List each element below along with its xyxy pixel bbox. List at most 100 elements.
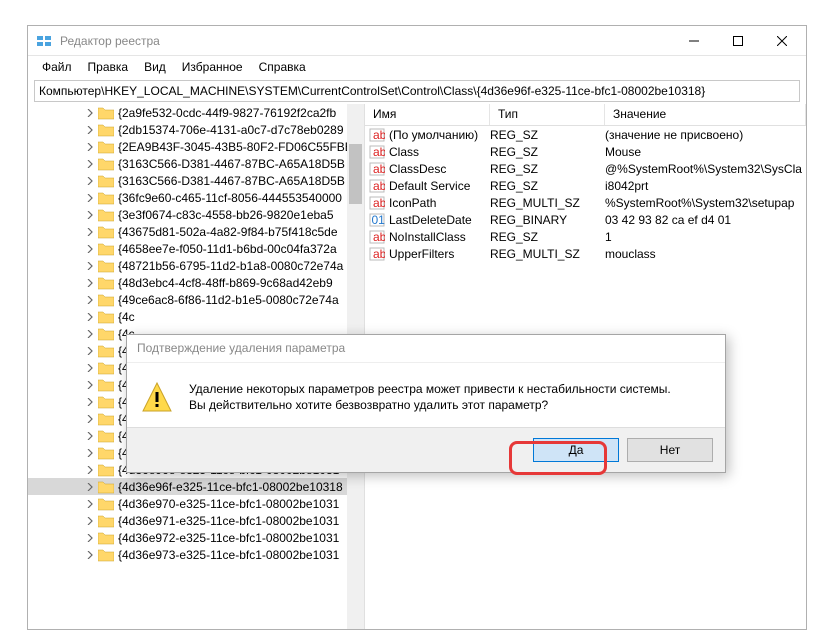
tree-item[interactable]: {4d36e96f-e325-11ce-bfc1-08002be10318 (28, 478, 364, 495)
expand-icon[interactable] (84, 430, 96, 442)
value-icon: ab (369, 161, 385, 177)
folder-icon (98, 548, 114, 562)
tree-item[interactable]: {3163C566-D381-4467-87BC-A65A18D5B (28, 155, 364, 172)
expand-icon[interactable] (84, 192, 96, 204)
value-name: Default Service (389, 179, 490, 193)
value-row[interactable]: abClassREG_SZMouse (365, 143, 806, 160)
tree-item[interactable]: {4658ee7e-f050-11d1-b6bd-00c04fa372a (28, 240, 364, 257)
expand-icon[interactable] (84, 532, 96, 544)
tree-item-label: {4d36e970-e325-11ce-bfc1-08002be1031 (118, 497, 339, 511)
address-bar[interactable]: Компьютер\HKEY_LOCAL_MACHINE\SYSTEM\Curr… (34, 80, 800, 102)
value-name: Class (389, 145, 490, 159)
value-type: REG_MULTI_SZ (490, 247, 605, 261)
menu-view[interactable]: Вид (136, 58, 174, 76)
expand-icon[interactable] (84, 226, 96, 238)
tree-item[interactable]: {36fc9e60-c465-11cf-8056-444553540000 (28, 189, 364, 206)
svg-text:ab: ab (373, 145, 385, 159)
expand-icon[interactable] (84, 498, 96, 510)
svg-text:011: 011 (372, 213, 386, 227)
folder-icon (98, 378, 114, 392)
folder-icon (98, 276, 114, 290)
tree-item[interactable]: {48721b56-6795-11d2-b1a8-0080c72e74a (28, 257, 364, 274)
expand-icon[interactable] (84, 464, 96, 476)
value-name: IconPath (389, 196, 490, 210)
expand-icon[interactable] (84, 345, 96, 357)
expand-icon[interactable] (84, 158, 96, 170)
folder-icon (98, 157, 114, 171)
minimize-button[interactable] (672, 26, 716, 56)
menu-help[interactable]: Справка (251, 58, 314, 76)
tree-item-label: {43675d81-502a-4a82-9f84-b75f418c5de (118, 225, 338, 239)
yes-button[interactable]: Да (533, 438, 619, 462)
svg-text:ab: ab (373, 230, 385, 244)
menu-favorites[interactable]: Избранное (174, 58, 251, 76)
tree-item[interactable]: {4d36e971-e325-11ce-bfc1-08002be1031 (28, 512, 364, 529)
folder-icon (98, 429, 114, 443)
value-icon: ab (369, 229, 385, 245)
tree-item[interactable]: {43675d81-502a-4a82-9f84-b75f418c5de (28, 223, 364, 240)
expand-icon[interactable] (84, 481, 96, 493)
value-name: UpperFilters (389, 247, 490, 261)
menu-edit[interactable]: Правка (80, 58, 137, 76)
tree-item[interactable]: {3e3f0674-c83c-4558-bb26-9820e1eba5 (28, 206, 364, 223)
tree-item-label: {4d36e973-e325-11ce-bfc1-08002be1031 (118, 548, 339, 562)
tree-item[interactable]: {4c (28, 308, 364, 325)
expand-icon[interactable] (84, 447, 96, 459)
registry-editor-window: Редактор реестра Файл Правка Вид Избранн… (27, 25, 807, 630)
expand-icon[interactable] (84, 260, 96, 272)
expand-icon[interactable] (84, 549, 96, 561)
dialog-title: Подтверждение удаления параметра (127, 335, 725, 363)
expand-icon[interactable] (84, 277, 96, 289)
tree-item-label: {2a9fe532-0cdc-44f9-9827-76192f2ca2fb (118, 106, 336, 120)
tree-item[interactable]: {3163C566-D381-4467-87BC-A65A18D5B (28, 172, 364, 189)
col-name[interactable]: Имя (365, 104, 490, 125)
close-button[interactable] (760, 26, 804, 56)
no-button[interactable]: Нет (627, 438, 713, 462)
folder-icon (98, 293, 114, 307)
maximize-button[interactable] (716, 26, 760, 56)
expand-icon[interactable] (84, 294, 96, 306)
expand-icon[interactable] (84, 413, 96, 425)
tree-item-label: {4658ee7e-f050-11d1-b6bd-00c04fa372a (118, 242, 337, 256)
expand-icon[interactable] (84, 515, 96, 527)
tree-item[interactable]: {2EA9B43F-3045-43B5-80F2-FD06C55FBE (28, 138, 364, 155)
expand-icon[interactable] (84, 209, 96, 221)
svg-text:ab: ab (373, 179, 385, 193)
col-type[interactable]: Тип (490, 104, 605, 125)
value-row[interactable]: ab(По умолчанию)REG_SZ(значение не присв… (365, 126, 806, 143)
expand-icon[interactable] (84, 124, 96, 136)
menu-file[interactable]: Файл (34, 58, 80, 76)
folder-icon (98, 225, 114, 239)
tree-item[interactable]: {4d36e970-e325-11ce-bfc1-08002be1031 (28, 495, 364, 512)
svg-text:ab: ab (373, 247, 385, 261)
value-name: ClassDesc (389, 162, 490, 176)
tree-item[interactable]: {49ce6ac8-6f86-11d2-b1e5-0080c72e74a (28, 291, 364, 308)
expand-icon[interactable] (84, 243, 96, 255)
expand-icon[interactable] (84, 362, 96, 374)
value-type: REG_SZ (490, 145, 605, 159)
col-value[interactable]: Значение (605, 104, 806, 125)
expand-icon[interactable] (84, 107, 96, 119)
expand-icon[interactable] (84, 311, 96, 323)
value-row[interactable]: abDefault ServiceREG_SZi8042prt (365, 177, 806, 194)
tree-item[interactable]: {4d36e972-e325-11ce-bfc1-08002be1031 (28, 529, 364, 546)
tree-item[interactable]: {48d3ebc4-4cf8-48ff-b869-9c68ad42eb9 (28, 274, 364, 291)
expand-icon[interactable] (84, 396, 96, 408)
titlebar: Редактор реестра (28, 26, 806, 56)
expand-icon[interactable] (84, 328, 96, 340)
value-row[interactable]: 011LastDeleteDateREG_BINARY03 42 93 82 c… (365, 211, 806, 228)
value-name: (По умолчанию) (389, 128, 490, 142)
value-row[interactable]: abUpperFiltersREG_MULTI_SZmouclass (365, 245, 806, 262)
folder-icon (98, 106, 114, 120)
value-row[interactable]: abNoInstallClassREG_SZ1 (365, 228, 806, 245)
tree-item[interactable]: {2db15374-706e-4131-a0c7-d7c78eb0289 (28, 121, 364, 138)
tree-item[interactable]: {2a9fe532-0cdc-44f9-9827-76192f2ca2fb (28, 104, 364, 121)
expand-icon[interactable] (84, 141, 96, 153)
value-row[interactable]: abClassDescREG_SZ@%SystemRoot%\System32\… (365, 160, 806, 177)
value-row[interactable]: abIconPathREG_MULTI_SZ%SystemRoot%\Syste… (365, 194, 806, 211)
tree-item[interactable]: {4d36e973-e325-11ce-bfc1-08002be1031 (28, 546, 364, 563)
scrollbar-thumb[interactable] (349, 144, 362, 204)
folder-icon (98, 412, 114, 426)
expand-icon[interactable] (84, 379, 96, 391)
expand-icon[interactable] (84, 175, 96, 187)
